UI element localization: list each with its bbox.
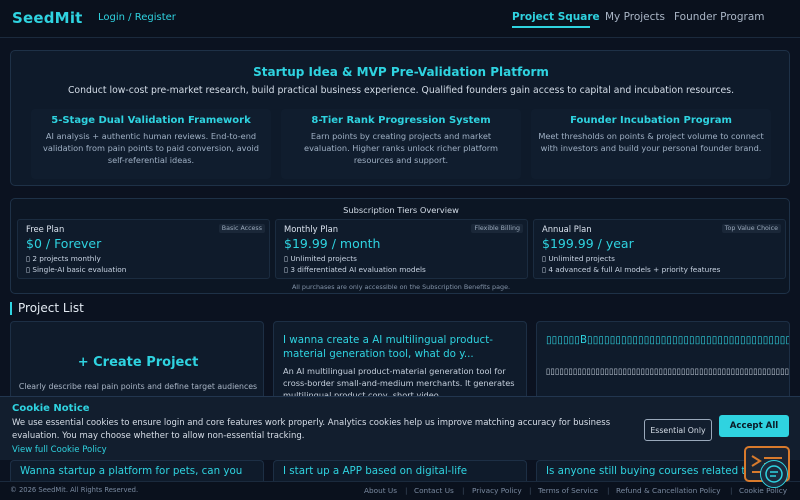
tier-badge: Top Value Choice bbox=[721, 224, 781, 233]
footer-link-privacy[interactable]: Privacy Policy bbox=[472, 486, 522, 495]
nav-founder-program[interactable]: Founder Program bbox=[674, 11, 764, 23]
tier-name: Free Plan bbox=[26, 224, 65, 234]
create-project-card[interactable]: + Create Project Clearly describe real p… bbox=[10, 321, 264, 401]
tier-price: $199.99 / year bbox=[542, 236, 634, 251]
footer-link-terms[interactable]: Terms of Service bbox=[538, 486, 598, 495]
logo[interactable]: SeedMit bbox=[12, 9, 83, 27]
footer-link-refund[interactable]: Refund & Cancellation Policy bbox=[616, 486, 721, 495]
feature-title: Founder Incubation Program bbox=[570, 115, 732, 126]
project-title[interactable]: ▯▯▯▯▯▯B▯▯▯▯▯▯▯▯▯▯▯▯▯▯▯▯▯▯▯▯▯▯▯▯▯▯▯▯▯▯▯▯▯… bbox=[546, 333, 789, 347]
cookie-notice-banner: Cookie Notice We use essential cookies t… bbox=[0, 396, 800, 460]
footer-separator: | bbox=[607, 486, 610, 495]
project-list-title: Project List bbox=[18, 301, 84, 315]
top-navigation-bar: SeedMit Login / Register Project Square … bbox=[0, 0, 800, 38]
nav-project-square[interactable]: Project Square bbox=[512, 11, 600, 23]
tier-feature: ▯ 2 projects monthly bbox=[26, 254, 101, 263]
footer-link-contact[interactable]: Contact Us bbox=[414, 486, 454, 495]
footer-link-about[interactable]: About Us bbox=[364, 486, 397, 495]
chat-icon[interactable] bbox=[760, 460, 788, 488]
active-nav-underline bbox=[512, 26, 590, 28]
tier-annual[interactable]: Annual Plan Top Value Choice $199.99 / y… bbox=[533, 219, 786, 279]
section-accent-bar bbox=[10, 302, 12, 315]
copyright: © 2026 SeedMit. All Rights Reserved. bbox=[10, 486, 139, 494]
tier-name: Annual Plan bbox=[542, 224, 592, 234]
project-title[interactable]: I wanna create a AI multilingual product… bbox=[283, 333, 519, 361]
tier-price: $0 / Forever bbox=[26, 236, 102, 251]
project-description: ▯▯▯▯▯▯▯▯▯▯▯▯▯▯▯▯▯▯▯▯▯▯▯▯▯▯▯▯▯▯▯▯▯▯▯▯▯▯▯▯… bbox=[546, 366, 790, 376]
tier-feature: ▯ Unlimited projects bbox=[542, 254, 615, 263]
cookie-text: We use essential cookies to ensure login… bbox=[12, 418, 611, 441]
footer-separator: | bbox=[730, 486, 733, 495]
project-card[interactable]: I wanna create a AI multilingual product… bbox=[273, 321, 527, 401]
tier-price: $19.99 / month bbox=[284, 236, 381, 251]
tier-badge: Flexible Billing bbox=[471, 224, 523, 233]
tier-badge: Basic Access bbox=[218, 224, 265, 233]
hero-panel: Startup Idea & MVP Pre-Validation Platfo… bbox=[10, 50, 790, 186]
feature-card-validation: 5-Stage Dual Validation Framework AI ana… bbox=[31, 109, 271, 179]
login-register-link[interactable]: Login / Register bbox=[98, 12, 176, 23]
tier-feature: ▯ Single-AI basic evaluation bbox=[26, 265, 127, 274]
nav-my-projects[interactable]: My Projects bbox=[605, 11, 665, 23]
feature-title: 5-Stage Dual Validation Framework bbox=[51, 115, 251, 126]
footer-separator: | bbox=[529, 486, 532, 495]
create-project-button[interactable]: + Create Project bbox=[11, 355, 263, 370]
essential-only-button[interactable]: Essential Only bbox=[644, 419, 712, 441]
feature-card-incubation: Founder Incubation Program Meet threshol… bbox=[531, 109, 771, 179]
subscription-tiers-panel: Subscription Tiers Overview Free Plan Ba… bbox=[10, 198, 790, 294]
accept-all-button[interactable]: Accept All bbox=[719, 415, 789, 437]
subscription-title: Subscription Tiers Overview bbox=[343, 205, 459, 215]
create-project-hint: Clearly describe real pain points and de… bbox=[18, 382, 258, 391]
footer-separator: | bbox=[462, 486, 465, 495]
feature-description: AI analysis + authentic human reviews. E… bbox=[43, 131, 259, 165]
tier-feature: ▯ Unlimited projects bbox=[284, 254, 357, 263]
cookie-policy-link[interactable]: View full Cookie Policy bbox=[12, 445, 107, 455]
tier-name: Monthly Plan bbox=[284, 224, 339, 234]
hero-subtitle: Conduct low-cost pre-market research, bu… bbox=[67, 85, 735, 96]
project-title[interactable]: I start up a APP based on digital-life bbox=[283, 465, 519, 477]
project-title[interactable]: Wanna startup a platform for pets, can y… bbox=[20, 465, 256, 477]
tier-free[interactable]: Free Plan Basic Access $0 / Forever ▯ 2 … bbox=[17, 219, 270, 279]
tier-feature: ▯ 3 differentiated AI evaluation models bbox=[284, 265, 426, 274]
footer-separator: | bbox=[405, 486, 408, 495]
feature-card-rank: 8-Tier Rank Progression System Earn poin… bbox=[281, 109, 521, 179]
feature-title: 8-Tier Rank Progression System bbox=[311, 115, 491, 126]
hero-title: Startup Idea & MVP Pre-Validation Platfo… bbox=[253, 65, 549, 79]
footer: © 2026 SeedMit. All Rights Reserved. Abo… bbox=[0, 481, 800, 500]
cookie-title: Cookie Notice bbox=[12, 403, 90, 414]
feature-description: Meet thresholds on points & project volu… bbox=[538, 131, 764, 153]
tier-monthly[interactable]: Monthly Plan Flexible Billing $19.99 / m… bbox=[275, 219, 528, 279]
tier-feature: ▯ 4 advanced & full AI models + priority… bbox=[542, 265, 721, 274]
feature-description: Earn points by creating projects and mar… bbox=[304, 131, 498, 165]
subscription-note: All purchases are only accessible on the… bbox=[291, 283, 511, 291]
project-card[interactable]: ▯▯▯▯▯▯B▯▯▯▯▯▯▯▯▯▯▯▯▯▯▯▯▯▯▯▯▯▯▯▯▯▯▯▯▯▯▯▯▯… bbox=[536, 321, 790, 401]
